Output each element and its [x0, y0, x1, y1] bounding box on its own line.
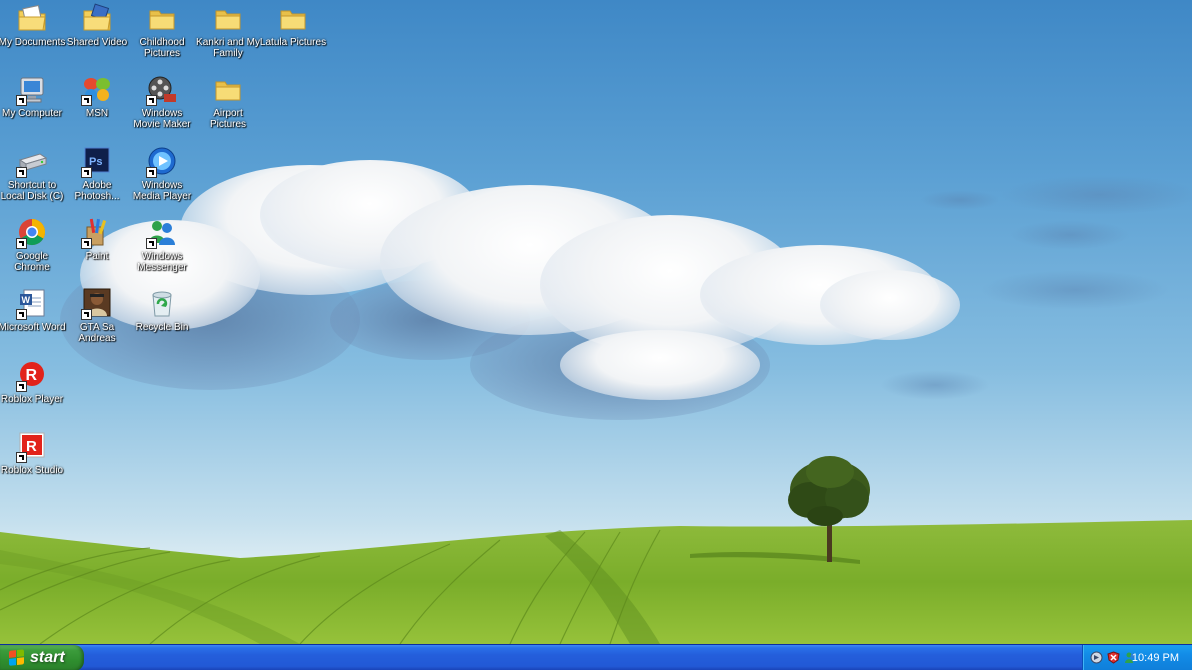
recycle-bin-icon [146, 288, 178, 320]
icon-label: Google Chrome [14, 251, 50, 273]
word-icon: W [16, 288, 48, 320]
shortcut-arrow-icon [81, 167, 92, 178]
network-icon[interactable] [1090, 651, 1103, 664]
icon-label: Shared Video [66, 37, 128, 48]
folder-icon [277, 3, 309, 35]
folder-icon [146, 3, 178, 35]
security-alert-icon[interactable] [1107, 651, 1120, 664]
icon-label: Kankri and My Family [196, 37, 260, 59]
folder-icon [212, 3, 244, 35]
hard-disk-icon [16, 146, 48, 178]
svg-text:R: R [26, 438, 37, 455]
desktop: My Documents Shared Video Childhood Pict… [0, 0, 1192, 670]
desktop-icon-media-player[interactable]: Windows Media Player [128, 146, 196, 212]
system-tray: 10:49 PM [1082, 645, 1192, 670]
icon-label: My Computer [1, 108, 62, 119]
icon-label: Windows Media Player [132, 180, 192, 202]
shortcut-arrow-icon [16, 167, 27, 178]
shortcut-arrow-icon [16, 381, 27, 392]
windows-logo-icon [9, 649, 25, 666]
media-player-icon [146, 146, 178, 178]
icon-label: MSN [85, 108, 109, 119]
desktop-icon-my-computer[interactable]: My Computer [0, 74, 66, 140]
folder-icon [212, 74, 244, 106]
desktop-icon-childhood-pictures[interactable]: Childhood Pictures [128, 3, 196, 69]
desktop-icon-recycle-bin[interactable]: Recycle Bin [128, 288, 196, 354]
desktop-icon-airport-pictures[interactable]: Airport Pictures [194, 74, 262, 140]
icon-label: Roblox Studio [0, 465, 64, 476]
svg-text:W: W [22, 295, 31, 305]
icon-label: Paint [85, 251, 109, 262]
icon-label: Roblox Player [0, 394, 64, 405]
photoshop-icon: Ps [81, 146, 113, 178]
icon-label: Childhood Pictures [139, 37, 185, 59]
roblox-icon: R [16, 360, 48, 392]
shortcut-arrow-icon [146, 167, 157, 178]
desktop-icon-roblox-player[interactable]: R Roblox Player [0, 360, 66, 426]
shortcut-arrow-icon [16, 95, 27, 106]
icon-label: Shortcut to Local Disk (C) [0, 180, 64, 202]
icon-label: GTA Sa Andreas [78, 322, 116, 344]
video-folder-icon [81, 3, 113, 35]
tree [788, 456, 870, 562]
paint-icon [81, 217, 113, 249]
shortcut-arrow-icon [16, 309, 27, 320]
shortcut-arrow-icon [16, 452, 27, 463]
shortcut-arrow-icon [81, 95, 92, 106]
icon-label: Windows Movie Maker [133, 108, 191, 130]
icon-label: Windows Messenger [137, 251, 187, 273]
desktop-icon-roblox-studio[interactable]: R Roblox Studio [0, 431, 66, 497]
roblox-studio-icon: R [16, 431, 48, 463]
shortcut-arrow-icon [81, 238, 92, 249]
shortcut-arrow-icon [146, 95, 157, 106]
desktop-icon-msn[interactable]: MSN [63, 74, 131, 140]
start-button[interactable]: start [0, 645, 84, 670]
film-reel-icon [146, 74, 178, 106]
svg-text:R: R [26, 367, 38, 384]
desktop-icon-photoshop[interactable]: Ps Adobe Photosh... [63, 146, 131, 212]
desktop-icon-local-disk[interactable]: Shortcut to Local Disk (C) [0, 146, 66, 212]
gta-icon [81, 288, 113, 320]
desktop-icon-gta-sa[interactable]: GTA Sa Andreas [63, 288, 131, 354]
chrome-icon [16, 217, 48, 249]
icon-label: Latula Pictures [259, 37, 327, 48]
messenger-icon [146, 217, 178, 249]
start-label: start [30, 649, 65, 666]
shortcut-arrow-icon [16, 238, 27, 249]
desktop-icon-shared-video[interactable]: Shared Video [63, 3, 131, 69]
icon-label: Adobe Photosh... [74, 180, 120, 202]
msn-butterfly-icon [81, 74, 113, 106]
desktop-icon-latula-pictures[interactable]: Latula Pictures [259, 3, 327, 69]
desktop-icon-messenger[interactable]: Windows Messenger [128, 217, 196, 283]
desktop-icon-movie-maker[interactable]: Windows Movie Maker [128, 74, 196, 140]
desktop-icon-word[interactable]: W Microsoft Word [0, 288, 66, 354]
shortcut-arrow-icon [146, 238, 157, 249]
taskbar: start 10:49 PM [0, 644, 1192, 670]
desktop-icon-kankri-family[interactable]: Kankri and My Family [194, 3, 262, 69]
icon-label: Recycle Bin [135, 322, 189, 333]
clock[interactable]: 10:49 PM [1132, 645, 1179, 670]
icon-label: Airport Pictures [209, 108, 247, 130]
computer-icon [16, 74, 48, 106]
desktop-icon-my-documents[interactable]: My Documents [0, 3, 66, 69]
desktop-icon-paint[interactable]: Paint [63, 217, 131, 283]
shortcut-arrow-icon [81, 309, 92, 320]
icon-label: Microsoft Word [0, 322, 66, 333]
icon-label: My Documents [0, 37, 66, 48]
documents-folder-icon [16, 3, 48, 35]
desktop-icon-chrome[interactable]: Google Chrome [0, 217, 66, 283]
